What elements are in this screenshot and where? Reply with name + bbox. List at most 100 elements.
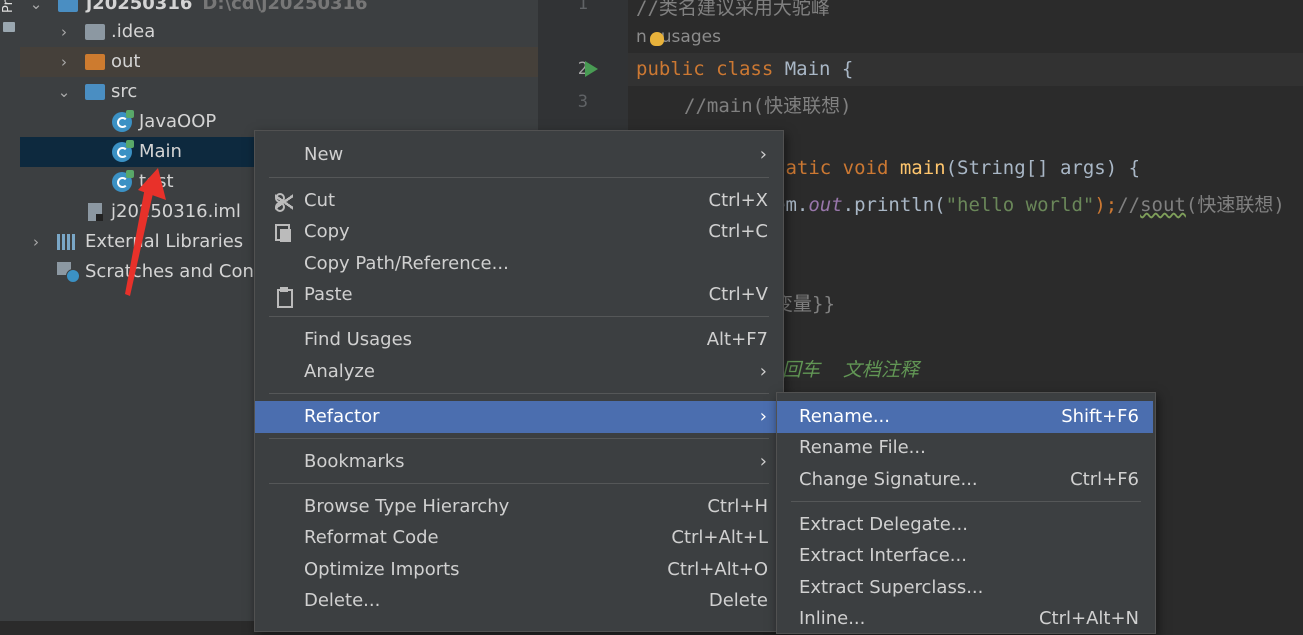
menu-item-label: Optimize Imports [304, 559, 460, 580]
menu-item-shortcut: Delete [708, 590, 768, 611]
menu-item-label: Paste [304, 284, 353, 305]
menu-item-shortcut: Ctrl+H [707, 496, 768, 517]
menu-item-cut[interactable]: Cut Ctrl+X [255, 185, 781, 217]
menu-item-optimize-imports[interactable]: Optimize Imports Ctrl+Alt+O [255, 554, 781, 586]
chevron-right-icon[interactable]: › [56, 17, 72, 47]
module-file-icon [88, 203, 103, 221]
menu-item-browse-type-hierarchy[interactable]: Browse Type Hierarchy Ctrl+H [255, 491, 781, 523]
chevron-right-icon[interactable]: › [56, 47, 72, 77]
java-class-icon [112, 140, 134, 162]
menu-separator [269, 177, 769, 178]
project-tab-label[interactable]: Pr [1, 0, 16, 13]
tree-label: Scratches and Conso [85, 261, 275, 282]
chevron-right-icon: › [759, 451, 767, 472]
chevron-right-icon: › [759, 144, 767, 165]
menu-item-delete[interactable]: Delete... Delete [255, 585, 781, 617]
code-comment: sout [1140, 194, 1186, 216]
menu-item-paste[interactable]: Paste Ctrl+V [255, 279, 781, 311]
chevron-down-icon[interactable]: ⌄ [56, 77, 72, 107]
lightbulb-icon[interactable] [650, 32, 664, 46]
code-line-doc-comment: 回车 文档注释 [782, 359, 919, 381]
code-text: ); [1094, 194, 1118, 216]
tree-label: out [111, 51, 141, 72]
line-number: 1 [577, 0, 588, 14]
menu-item-shortcut: Ctrl+F6 [1070, 469, 1139, 490]
menu-item-label: Extract Delegate... [799, 514, 968, 535]
menu-item-label: Refactor [304, 406, 380, 427]
chevron-right-icon[interactable]: › [28, 227, 44, 257]
tree-label: src [111, 81, 138, 102]
submenu-item-extract-delegate[interactable]: Extract Delegate... [777, 509, 1153, 541]
submenu-item-change-signature[interactable]: Change Signature... Ctrl+F6 [777, 464, 1153, 496]
menu-separator [269, 483, 769, 484]
tree-label: .idea [111, 21, 156, 42]
menu-item-label: New [304, 144, 344, 165]
submenu-item-rename-file[interactable]: Rename File... [777, 432, 1153, 464]
tree-row-src[interactable]: ⌄ src [20, 77, 538, 107]
module-folder-icon [58, 0, 78, 12]
menu-item-label: Copy [304, 221, 350, 242]
code-keyword: tatic void [774, 157, 889, 179]
library-icon [57, 234, 77, 250]
code-string: "hello world" [945, 194, 1095, 216]
context-menu: New › Cut Ctrl+X Copy Ctrl+C Copy Path/Refe… [254, 130, 784, 632]
code-line-class-decl: public class Main { [636, 58, 853, 80]
code-line-println: em.out.println("hello world");//sout(快速联… [774, 190, 1285, 217]
menu-separator [791, 501, 1141, 502]
usages-hint-prefix: n [636, 27, 647, 47]
project-root-name: j20250316 [86, 0, 193, 14]
menu-item-label: Extract Interface... [799, 545, 967, 566]
tree-label: Main [139, 141, 182, 162]
menu-item-label: Rename File... [799, 437, 926, 458]
menu-item-analyze[interactable]: Analyze › [255, 356, 781, 388]
code-keyword: public class [636, 58, 774, 80]
chevron-right-icon: › [759, 361, 767, 382]
menu-separator [269, 438, 769, 439]
code-method-name: main [888, 157, 946, 179]
menu-item-reformat-code[interactable]: Reformat Code Ctrl+Alt+L [255, 522, 781, 554]
menu-item-label: Delete... [304, 590, 381, 611]
submenu-item-extract-superclass[interactable]: Extract Superclass... [777, 572, 1153, 604]
menu-item-shortcut: Alt+F7 [706, 329, 768, 350]
code-params: (String[] args) { [945, 157, 1141, 179]
tool-window-strip: Pr [0, 0, 21, 621]
submenu-item-inline[interactable]: Inline... Ctrl+Alt+N [777, 603, 1153, 635]
code-comment: (快速联想) [1185, 194, 1285, 216]
copy-icon [275, 224, 293, 242]
menu-item-shortcut: Ctrl+C [708, 221, 768, 242]
menu-item-shortcut: Ctrl+X [708, 190, 768, 211]
code-comment: // [1117, 194, 1141, 216]
menu-item-label: Inline... [799, 608, 866, 629]
menu-item-copy[interactable]: Copy Ctrl+C [255, 216, 781, 248]
submenu-item-extract-interface[interactable]: Extract Interface... [777, 540, 1153, 572]
run-icon[interactable] [585, 61, 598, 77]
menu-item-refactor[interactable]: Refactor › [255, 401, 781, 433]
menu-item-shortcut: Ctrl+V [708, 284, 768, 305]
line-number: 2 [577, 59, 588, 79]
code-line-main-decl: tatic void main(String[] args) { [774, 157, 1140, 179]
tree-row-out[interactable]: › out [20, 47, 538, 77]
menu-item-label: Find Usages [304, 329, 413, 350]
menu-item-shortcut: Ctrl+Alt+L [671, 527, 768, 548]
submenu-item-rename[interactable]: Rename... Shift+F6 [777, 401, 1153, 433]
tree-label: JavaOOP [139, 111, 217, 132]
code-text: .println( [842, 194, 946, 216]
code-class-name: Main { [773, 58, 854, 80]
menu-item-new[interactable]: New › [255, 139, 781, 171]
menu-item-label: Cut [304, 190, 336, 211]
line-number: 3 [577, 92, 588, 112]
menu-item-shortcut: Shift+F6 [1061, 406, 1139, 427]
menu-item-shortcut: Ctrl+Alt+O [667, 559, 768, 580]
usages-hint[interactable]: n usages [636, 27, 721, 47]
menu-item-find-usages[interactable]: Find Usages Alt+F7 [255, 324, 781, 356]
folder-icon [85, 24, 105, 40]
menu-item-label: Extract Superclass... [799, 577, 984, 598]
folder-icon [85, 54, 105, 70]
menu-item-label: Rename... [799, 406, 890, 427]
menu-item-bookmarks[interactable]: Bookmarks › [255, 446, 781, 478]
tree-row-idea[interactable]: › .idea [20, 17, 538, 47]
project-tab-icon[interactable] [3, 22, 15, 32]
code-field: out [808, 194, 843, 216]
scratch-icon [57, 262, 80, 283]
menu-item-copy-path[interactable]: Copy Path/Reference... [255, 248, 781, 280]
